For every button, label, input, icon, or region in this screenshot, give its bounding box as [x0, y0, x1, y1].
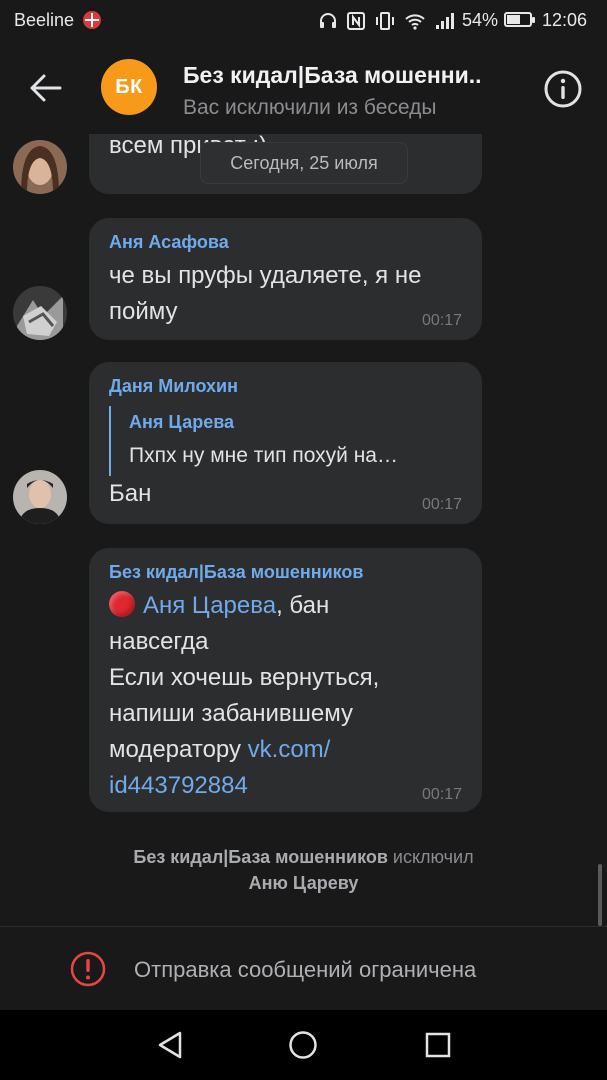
warning-icon [70, 951, 106, 987]
message-line: Если хочешь вернуться, [109, 664, 380, 691]
service-message: Без кидал|База мошенников исключил Аню Ц… [40, 844, 567, 896]
chat-header: БК Без кидал|База мошенни.. Вас исключил… [0, 42, 607, 134]
message-line: навсегда [109, 628, 209, 655]
message-time: 00:17 [421, 496, 462, 513]
message-time: 00:17 [421, 786, 462, 803]
headset-icon [320, 13, 336, 28]
avatar[interactable] [13, 140, 67, 194]
message-line: пойму [109, 298, 178, 325]
message-line: id443792884 [109, 768, 469, 804]
reply-author: Аня Царева [129, 412, 235, 432]
sender-name[interactable]: Даня Милохин [109, 376, 238, 397]
reply-quote[interactable]: Аня Царева Пхпх ну мне тип похуй на… [109, 406, 451, 476]
service-line: Без кидал|База мошенников исключил [40, 844, 567, 870]
message-fragment: , бан [276, 592, 330, 619]
reply-text: Пхпх ну мне тип похуй на… [129, 444, 398, 467]
status-icons [318, 8, 456, 34]
message-time: 00:17 [421, 312, 462, 329]
message-text: Бан [109, 480, 152, 507]
avatar[interactable] [13, 470, 67, 524]
nav-recents-button[interactable] [408, 1022, 468, 1068]
sender-name[interactable]: Без кидал|База мошенников [109, 562, 364, 583]
red-circle-emoji [109, 591, 135, 617]
message-bubble[interactable]: Даня Милохин Аня Царева Пхпх ну мне тип … [89, 362, 482, 524]
info-button[interactable] [540, 66, 586, 112]
service-target[interactable]: Аню Цареву [249, 873, 359, 893]
message-line: Аня Царева, бан [109, 588, 469, 624]
message-text: че вы пруфы удаляете, я не пойму [109, 258, 421, 330]
service-action: исключил [387, 847, 474, 867]
nfc-icon [347, 12, 365, 30]
back-button[interactable] [20, 64, 72, 112]
restriction-text: Отправка сообщений ограничена [134, 957, 477, 982]
arrow-left-icon [30, 74, 62, 102]
circle-home-icon [289, 1031, 317, 1059]
chat-subtitle: Вас исключили из беседы [183, 96, 437, 119]
chat-avatar[interactable]: БК [101, 59, 157, 115]
vibrate-icon [376, 12, 394, 30]
restriction-bar: Отправка сообщений ограничена [0, 926, 607, 1011]
avatar[interactable] [13, 286, 67, 340]
info-icon [544, 70, 582, 108]
signal-icon [436, 13, 454, 29]
message-bubble[interactable]: Без кидал|База мошенников Аня Царева, ба… [89, 548, 482, 812]
battery-percent: 54% [462, 10, 499, 30]
battery-icon [504, 12, 535, 27]
wifi-icon [405, 14, 425, 30]
message-text: Аня Царева, бан навсегда Если хочешь вер… [109, 588, 469, 804]
nav-back-button[interactable] [140, 1022, 200, 1068]
mention-link[interactable]: Аня Царева [143, 592, 276, 619]
status-bar: Beeline 54% 12:06 [0, 0, 607, 42]
chat-title[interactable]: Без кидал|База мошенни.. [183, 62, 482, 89]
message-feed[interactable]: всем привет :) Сегодня, 25 июля Аня Асаф… [0, 134, 607, 926]
message-fragment: модератору [109, 736, 248, 763]
date-separator: Сегодня, 25 июля [200, 142, 408, 184]
service-actor[interactable]: Без кидал|База мошенников [133, 847, 388, 867]
message-line: модератору vk.com/ [109, 732, 469, 768]
triangle-back-icon [158, 1031, 182, 1059]
profile-link[interactable]: vk.com/ [248, 736, 331, 763]
message-bubble[interactable]: Аня Асафова че вы пруфы удаляете, я не п… [89, 218, 482, 340]
profile-link[interactable]: id443792884 [109, 772, 248, 799]
service-line: Аню Цареву [40, 870, 567, 896]
square-recents-icon [425, 1032, 451, 1058]
scrollbar[interactable] [598, 864, 602, 926]
screen: Beeline 54% 12:06 БК Без кидал|База моше… [0, 0, 607, 1080]
roaming-icon [83, 11, 101, 29]
carrier-name: Beeline [14, 10, 75, 30]
message-line: напиши забанившему [109, 700, 354, 727]
nav-home-button[interactable] [273, 1022, 333, 1068]
system-nav-bar [0, 1010, 607, 1080]
clock: 12:06 [542, 10, 588, 30]
sender-name[interactable]: Аня Асафова [109, 232, 229, 253]
message-line: че вы пруфы удаляете, я не [109, 262, 422, 289]
